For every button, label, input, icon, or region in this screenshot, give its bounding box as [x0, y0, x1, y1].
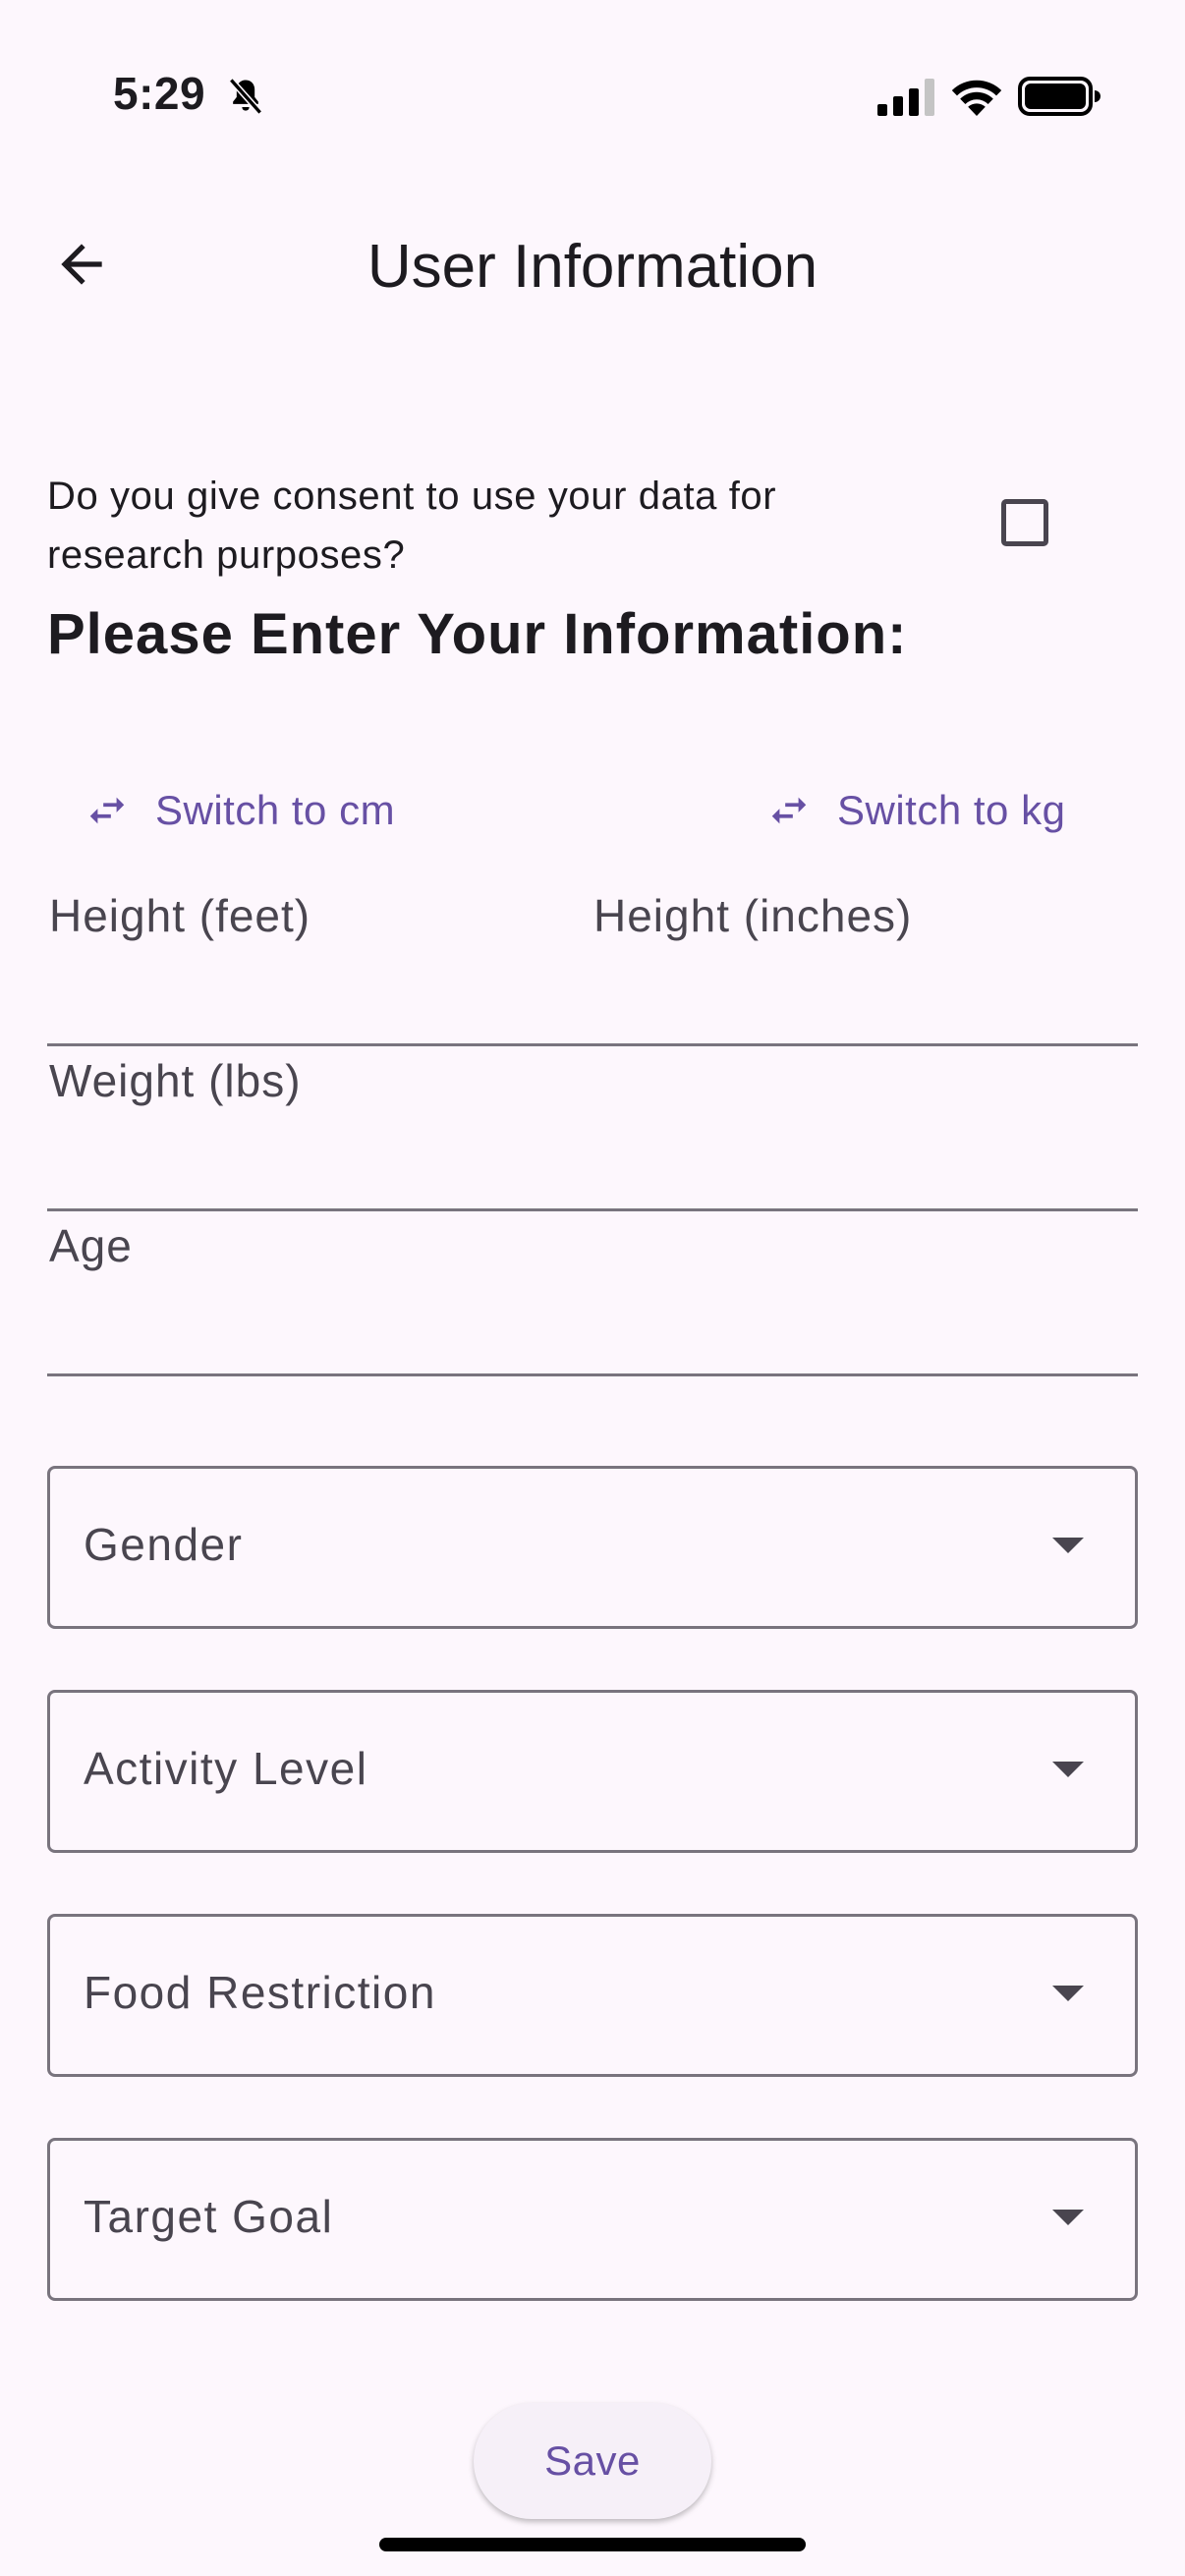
- dropdown-arrow-icon: [1052, 1986, 1084, 2001]
- weight-input[interactable]: Weight (lbs): [47, 1054, 1138, 1211]
- switch-height-unit-button[interactable]: Switch to cm: [85, 776, 395, 845]
- dropdown-arrow-icon: [1052, 2210, 1084, 2225]
- target-goal-dropdown-label: Target Goal: [84, 2191, 334, 2242]
- consent-question: Do you give consent to use your data for…: [47, 475, 777, 577]
- dropdown-arrow-icon: [1052, 1762, 1084, 1777]
- weight-label: Weight (lbs): [49, 1055, 302, 1106]
- food-restriction-dropdown[interactable]: Food Restriction: [47, 1914, 1138, 2077]
- height-feet-input[interactable]: Height (feet): [49, 889, 560, 1027]
- switch-weight-unit-label: Switch to kg: [837, 787, 1066, 833]
- activity-level-dropdown[interactable]: Activity Level: [47, 1690, 1138, 1853]
- height-feet-label: Height (feet): [49, 890, 311, 941]
- activity-level-dropdown-label: Activity Level: [84, 1743, 368, 1794]
- consent-checkbox[interactable]: [1001, 499, 1048, 546]
- height-inches-input[interactable]: Height (inches): [593, 889, 1124, 1027]
- height-fields: Height (feet) Height (inches): [47, 889, 1138, 1046]
- target-goal-dropdown[interactable]: Target Goal: [47, 2138, 1138, 2301]
- swap-arrows-icon: [89, 797, 125, 824]
- height-inches-label: Height (inches): [593, 890, 913, 941]
- form-heading: Please Enter Your Information:: [47, 602, 908, 666]
- swap-arrows-icon: [771, 797, 807, 824]
- switch-height-unit-label: Switch to cm: [155, 787, 396, 833]
- food-restriction-dropdown-label: Food Restriction: [84, 1967, 436, 2018]
- silent-bell-icon: [228, 78, 263, 115]
- wifi-icon: [951, 80, 1002, 116]
- cellular-signal-icon: [877, 79, 934, 116]
- battery-icon: [1018, 77, 1100, 116]
- gender-dropdown-label: Gender: [84, 1519, 244, 1570]
- save-button[interactable]: Save: [474, 2403, 711, 2519]
- home-indicator[interactable]: [379, 2538, 806, 2551]
- status-time: 5:29: [113, 68, 206, 119]
- dropdown-arrow-icon: [1052, 1538, 1084, 1553]
- age-label: Age: [49, 1220, 133, 1271]
- switch-weight-unit-button[interactable]: Switch to kg: [766, 776, 1065, 845]
- gender-dropdown[interactable]: Gender: [47, 1466, 1138, 1629]
- page-title: User Information: [367, 233, 818, 301]
- age-input[interactable]: Age: [47, 1219, 1138, 1376]
